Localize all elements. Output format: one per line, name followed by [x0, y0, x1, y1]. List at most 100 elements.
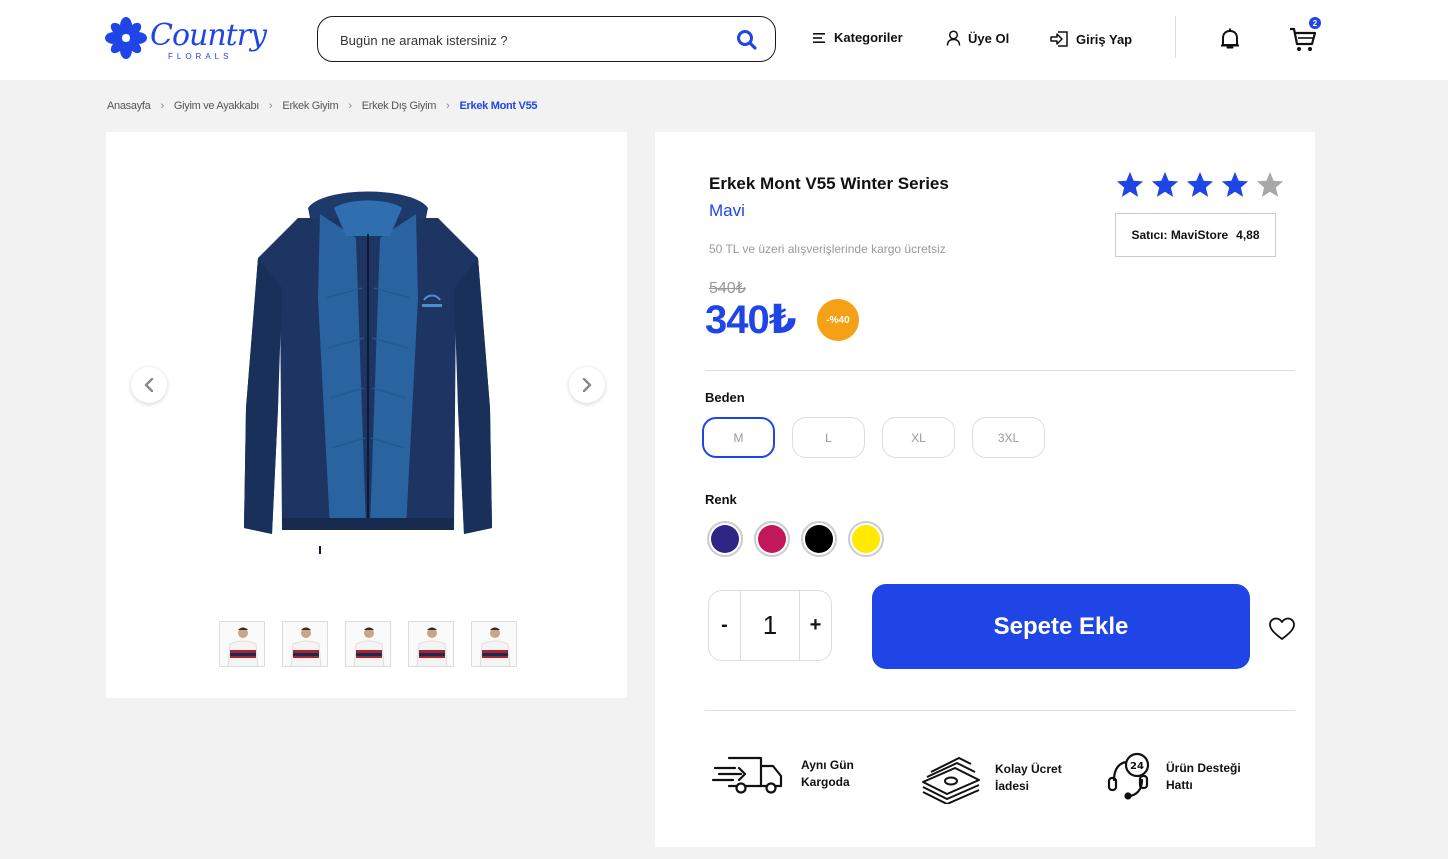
- menu-icon: [813, 32, 825, 43]
- header-divider: [1175, 16, 1176, 58]
- site-header: Country FLORALS Kategoriler Üye Ol: [0, 0, 1448, 80]
- thumbnail-strip: [219, 621, 517, 667]
- money-stack-icon: [922, 757, 980, 804]
- star-filled-icon: [1186, 171, 1214, 197]
- color-label: Renk: [705, 492, 737, 507]
- divider: [705, 370, 1295, 371]
- feature-line: Kargoda: [801, 775, 850, 789]
- color-swatch[interactable]: [707, 521, 743, 557]
- feature-line: Kolay Ücret: [995, 762, 1062, 776]
- chevron-right-icon: ›: [348, 100, 352, 112]
- feature-line: Ürün Desteği: [1166, 761, 1241, 775]
- brand-tagline: FLORALS: [168, 52, 233, 61]
- headset-24-icon: 24: [1107, 752, 1150, 800]
- quantity-value[interactable]: 1: [740, 591, 800, 660]
- bell-icon: [1221, 28, 1239, 49]
- color-swatch-fill: [711, 525, 739, 553]
- login-link[interactable]: Giriş Yap: [1050, 30, 1132, 48]
- thumbnail[interactable]: [408, 621, 454, 667]
- star-filled-icon: [1221, 171, 1249, 197]
- breadcrumb-item-apparel[interactable]: Giyim ve Ayakkabı: [174, 100, 259, 112]
- color-swatch-fill: [758, 525, 786, 553]
- add-to-cart-button[interactable]: Sepete Ekle: [872, 584, 1250, 669]
- categories-label: Kategoriler: [834, 30, 903, 45]
- thumbnail[interactable]: [345, 621, 391, 667]
- search-input[interactable]: [340, 29, 720, 51]
- breadcrumb-item-outerwear[interactable]: Erkek Dış Giyim: [362, 100, 437, 112]
- quantity-stepper: - 1 +: [708, 590, 832, 661]
- previous-image-button[interactable]: [131, 367, 167, 403]
- size-label: Beden: [705, 390, 745, 405]
- chevron-left-icon: [144, 378, 154, 392]
- color-swatch[interactable]: [754, 521, 790, 557]
- login-icon: [1050, 31, 1068, 47]
- breadcrumb-item-menswear[interactable]: Erkek Giyim: [282, 100, 338, 112]
- register-label: Üye Ol: [968, 30, 1010, 46]
- old-price: 540₺: [709, 280, 746, 297]
- brand-logo[interactable]: Country FLORALS: [104, 14, 267, 64]
- breadcrumb-item-current: Erkek Mont V55: [459, 100, 538, 112]
- register-link[interactable]: Üye Ol: [946, 30, 1009, 46]
- product-title: Erkek Mont V55 Winter Series: [709, 174, 949, 193]
- chevron-right-icon: ›: [269, 100, 273, 112]
- rating-stars: [1115, 170, 1285, 200]
- search-icon: [737, 30, 757, 50]
- size-option-xl[interactable]: XL: [882, 417, 955, 458]
- star-empty-icon: [1256, 171, 1284, 197]
- favorite-button[interactable]: [1268, 616, 1296, 642]
- product-image: [244, 191, 492, 554]
- star-filled-icon: [1116, 171, 1144, 197]
- categories-menu[interactable]: Kategoriler: [813, 30, 903, 45]
- thumbnail-image: [416, 627, 448, 666]
- decrease-quantity-button[interactable]: -: [709, 591, 740, 660]
- thumbnail-image: [353, 627, 385, 666]
- size-option-3xl[interactable]: 3XL: [972, 417, 1045, 458]
- feature-line: Aynı Gün: [801, 758, 854, 772]
- increase-quantity-button[interactable]: +: [800, 591, 831, 660]
- chevron-right-icon: ›: [446, 100, 450, 112]
- feature-label: Aynı Gün Kargoda: [801, 757, 881, 791]
- seller-name: Satıcı: MaviStore: [1131, 228, 1229, 242]
- thumbnail[interactable]: [282, 621, 328, 667]
- product-details: Erkek Mont V55 Winter Series Mavi 50 TL …: [655, 132, 1315, 847]
- breadcrumb: Anasayfa › Giyim ve Ayakkabı › Erkek Giy…: [107, 100, 538, 112]
- seller-score: 4,88: [1236, 228, 1260, 242]
- chevron-right-icon: ›: [160, 100, 164, 112]
- feature-label: Ürün Desteği Hattı: [1166, 760, 1246, 794]
- feature-label: Kolay Ücret İadesi: [995, 761, 1075, 795]
- product-color-name: Mavi: [709, 201, 745, 220]
- feature-same-day-shipping: Aynı Gün Kargoda: [711, 752, 881, 796]
- feature-line: Hattı: [1166, 778, 1193, 792]
- thumbnail[interactable]: [219, 621, 265, 667]
- notifications-button[interactable]: [1217, 26, 1243, 52]
- shipping-note: 50 TL ve üzeri alışverişlerinde kargo üc…: [709, 242, 946, 256]
- size-option-m[interactable]: M: [702, 417, 775, 458]
- search-bar: [317, 16, 776, 62]
- discount-badge: -%40: [817, 299, 859, 341]
- thumbnail-image: [479, 627, 511, 666]
- breadcrumb-item-home[interactable]: Anasayfa: [107, 100, 151, 112]
- brand-name: Country: [150, 18, 267, 53]
- feature-line: İadesi: [995, 779, 1030, 793]
- current-price: 340₺: [705, 298, 797, 342]
- next-image-button[interactable]: [569, 367, 605, 403]
- color-swatch[interactable]: [848, 521, 884, 557]
- size-options: M L XL 3XL: [702, 417, 1045, 458]
- seller-box[interactable]: Satıcı: MaviStore 4,88: [1115, 213, 1276, 257]
- thumbnail[interactable]: [471, 621, 517, 667]
- feature-support-line: 24 Ürün Desteği Hattı: [1106, 752, 1246, 802]
- login-label: Giriş Yap: [1076, 31, 1133, 47]
- search-button[interactable]: [735, 28, 759, 52]
- feature-easy-refund: Kolay Ücret İadesi: [921, 752, 1075, 804]
- truck-icon: [711, 756, 783, 794]
- user-icon: [946, 30, 961, 46]
- color-swatch-fill: [852, 525, 880, 553]
- color-swatch[interactable]: [801, 521, 837, 557]
- product-gallery: [106, 132, 627, 698]
- cart-count-badge: 2: [1309, 17, 1321, 29]
- thumbnail-image: [290, 627, 322, 666]
- heart-icon: [1269, 617, 1295, 640]
- svg-text:24: 24: [1130, 761, 1144, 772]
- size-option-l[interactable]: L: [792, 417, 865, 458]
- star-filled-icon: [1151, 171, 1179, 197]
